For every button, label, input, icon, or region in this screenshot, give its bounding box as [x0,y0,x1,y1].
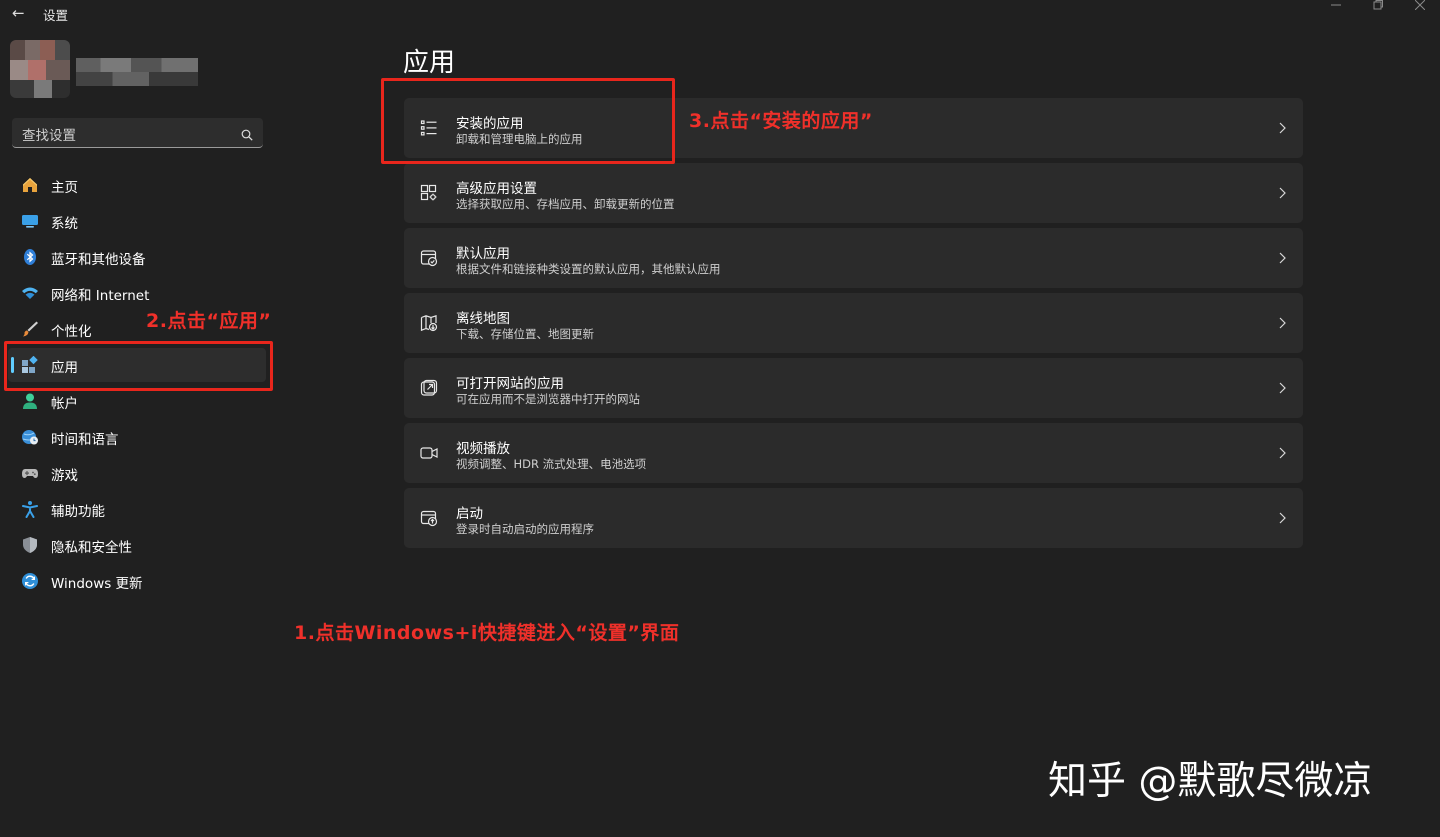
card-startup[interactable]: 启动 登录时自动启动的应用程序 [404,488,1303,548]
sidebar-item-label: 时间和语言 [51,432,119,448]
sidebar-item-label: 游戏 [51,468,78,484]
card-subtitle: 下载、存储位置、地图更新 [456,327,594,341]
default-app-icon [420,249,438,267]
annotation-step-3: 3.点击“安装的应用” [689,110,873,132]
sidebar-item-system[interactable]: 系统 [8,204,266,238]
card-title: 视频播放 [456,441,510,457]
sidebar-item-label: 隐私和安全性 [51,540,132,556]
search-icon [241,126,253,141]
open-external-icon [420,379,438,397]
chevron-right-icon [1277,445,1287,459]
chevron-right-icon [1277,510,1287,524]
bluetooth-icon [21,248,39,266]
card-title: 默认应用 [456,246,510,262]
sidebar-item-time-language[interactable]: 时间和语言 [8,420,266,454]
card-title: 高级应用设置 [456,181,537,197]
title-bar: ← 设置 [0,0,1440,28]
sidebar-item-label: 网络和 Internet [51,288,150,304]
card-default-apps[interactable]: 默认应用 根据文件和链接种类设置的默认应用，其他默认应用 [404,228,1303,288]
sidebar-item-accessibility[interactable]: 辅助功能 [8,492,266,526]
card-subtitle: 根据文件和链接种类设置的默认应用，其他默认应用 [456,262,721,276]
sidebar-item-privacy[interactable]: 隐私和安全性 [8,528,266,562]
restore-icon[interactable] [1356,0,1400,14]
back-arrow-icon[interactable]: ← [12,4,28,22]
chevron-right-icon [1277,380,1287,394]
app-gear-icon [420,184,438,202]
profile-name-blurred [76,58,198,86]
highlight-box-apps [4,341,273,391]
sidebar-item-label: 个性化 [51,324,92,340]
close-icon[interactable] [1398,0,1440,14]
update-icon [21,572,39,590]
annotation-step-1: 1.点击Windows+i快捷键进入“设置”界面 [294,622,680,644]
sidebar-item-gaming[interactable]: 游戏 [8,456,266,490]
chevron-right-icon [1277,250,1287,264]
account-icon [21,392,39,410]
sidebar-item-label: 帐户 [51,396,78,412]
card-offline-maps[interactable]: 离线地图 下载、存储位置、地图更新 [404,293,1303,353]
window-title: 设置 [43,8,69,23]
sidebar-item-home[interactable]: 主页 [8,168,266,202]
brush-icon [21,320,39,338]
avatar[interactable] [10,40,70,98]
gamepad-icon [21,464,39,482]
search-input[interactable]: 查找设置 [12,118,263,148]
sidebar-item-network[interactable]: 网络和 Internet [8,276,266,310]
globe-clock-icon [21,428,39,446]
wifi-icon [21,284,39,302]
card-advanced-app-settings[interactable]: 高级应用设置 选择获取应用、存档应用、卸载更新的位置 [404,163,1303,223]
card-apps-for-websites[interactable]: 可打开网站的应用 可在应用而不是浏览器中打开的网站 [404,358,1303,418]
accessibility-icon [21,500,39,518]
card-subtitle: 选择获取应用、存档应用、卸载更新的位置 [456,197,675,211]
map-icon [420,314,438,332]
video-icon [420,444,438,462]
chevron-right-icon [1277,185,1287,199]
sidebar-item-label: 辅助功能 [51,504,105,520]
sidebar-item-bluetooth[interactable]: 蓝牙和其他设备 [8,240,266,274]
card-title: 启动 [456,506,483,522]
annotation-step-2: 2.点击“应用” [146,310,272,332]
monitor-icon [21,212,39,230]
card-subtitle: 视频调整、HDR 流式处理、电池选项 [456,457,647,471]
sidebar-item-windows-update[interactable]: Windows 更新 [8,564,266,598]
chevron-right-icon [1277,120,1287,134]
card-title: 可打开网站的应用 [456,376,564,392]
highlight-box-installed-apps [381,78,675,164]
startup-icon [420,509,438,527]
sidebar-item-label: 系统 [51,216,78,232]
card-subtitle: 登录时自动启动的应用程序 [456,522,594,536]
card-video-playback[interactable]: 视频播放 视频调整、HDR 流式处理、电池选项 [404,423,1303,483]
minimize-icon[interactable] [1314,0,1358,14]
card-title: 离线地图 [456,311,510,327]
sidebar-item-label: Windows 更新 [51,576,143,592]
chevron-right-icon [1277,315,1287,329]
card-subtitle: 可在应用而不是浏览器中打开的网站 [456,392,640,406]
shield-icon [21,536,39,554]
sidebar-item-label: 主页 [51,180,78,196]
sidebar-item-label: 蓝牙和其他设备 [51,252,146,268]
search-placeholder: 查找设置 [22,128,76,144]
page-title: 应用 [403,48,456,78]
home-icon [21,176,39,194]
watermark: 知乎 @默歌尽微凉 [1048,759,1373,804]
